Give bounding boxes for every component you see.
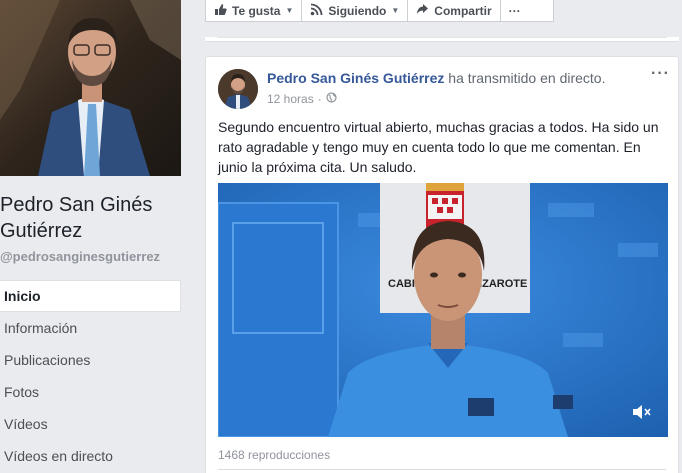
nav-item-inicio[interactable]: Inicio	[0, 280, 181, 312]
view-count[interactable]: 1468 reproducciones	[218, 448, 330, 462]
following-button[interactable]: Siguiendo ▼	[302, 0, 409, 21]
nav-item-informacion[interactable]: Información	[0, 312, 181, 344]
profile-photo[interactable]	[0, 0, 181, 176]
nav-item-fotos[interactable]: Fotos	[0, 376, 181, 408]
nav-item-publicaciones[interactable]: Publicaciones	[0, 344, 181, 376]
chevron-down-icon: ▼	[391, 6, 400, 15]
post-header: Pedro San Ginés Gutiérrez ha transmitido…	[267, 70, 605, 86]
meta-separator: ·	[317, 92, 322, 106]
page-nav: Inicio Información Publicaciones Fotos V…	[0, 280, 181, 472]
page-actions-bar: Te gusta ▼ Siguiendo ▼ Compartir ···	[205, 0, 554, 22]
following-button-label: Siguiendo	[328, 3, 387, 18]
nav-item-videos-en-directo[interactable]: Vídeos en directo	[0, 440, 181, 472]
previous-post-card-edge	[205, 37, 679, 42]
share-button-label: Compartir	[434, 3, 492, 18]
rss-icon	[310, 3, 323, 19]
post-options-button[interactable]: ···	[651, 65, 670, 83]
nav-item-videos[interactable]: Vídeos	[0, 408, 181, 440]
chevron-down-icon: ▼	[285, 6, 294, 15]
globe-icon	[326, 92, 337, 106]
video-player[interactable]: CABILDO DE LANZAROTE	[218, 183, 668, 437]
post-action-text: ha transmitido en directo.	[448, 70, 606, 86]
page-handle[interactable]: @pedrosanginesgutierrez	[0, 249, 160, 264]
post-card: Pedro San Ginés Gutiérrez ha transmitido…	[205, 56, 679, 473]
page-name[interactable]: Pedro San Ginés Gutiérrez	[0, 192, 190, 244]
author-avatar[interactable]	[218, 69, 258, 109]
like-button-label: Te gusta	[232, 3, 281, 18]
page-sidebar: Pedro San Ginés Gutiérrez @pedrosangines…	[0, 0, 192, 473]
post-timestamp[interactable]: 12 horas	[267, 92, 314, 106]
like-button[interactable]: Te gusta ▼	[206, 0, 303, 21]
post-divider	[218, 469, 666, 470]
post-text: Segundo encuentro virtual abierto, mucha…	[218, 119, 659, 175]
speaker-muted-icon[interactable]	[632, 404, 652, 425]
share-arrow-icon	[416, 3, 429, 18]
post-author-link[interactable]: Pedro San Ginés Gutiérrez	[267, 70, 444, 86]
more-options-button[interactable]: ···	[501, 0, 529, 21]
thumbs-up-icon	[214, 3, 227, 19]
share-button[interactable]: Compartir	[408, 0, 501, 21]
post-meta: 12 horas ·	[267, 92, 337, 106]
